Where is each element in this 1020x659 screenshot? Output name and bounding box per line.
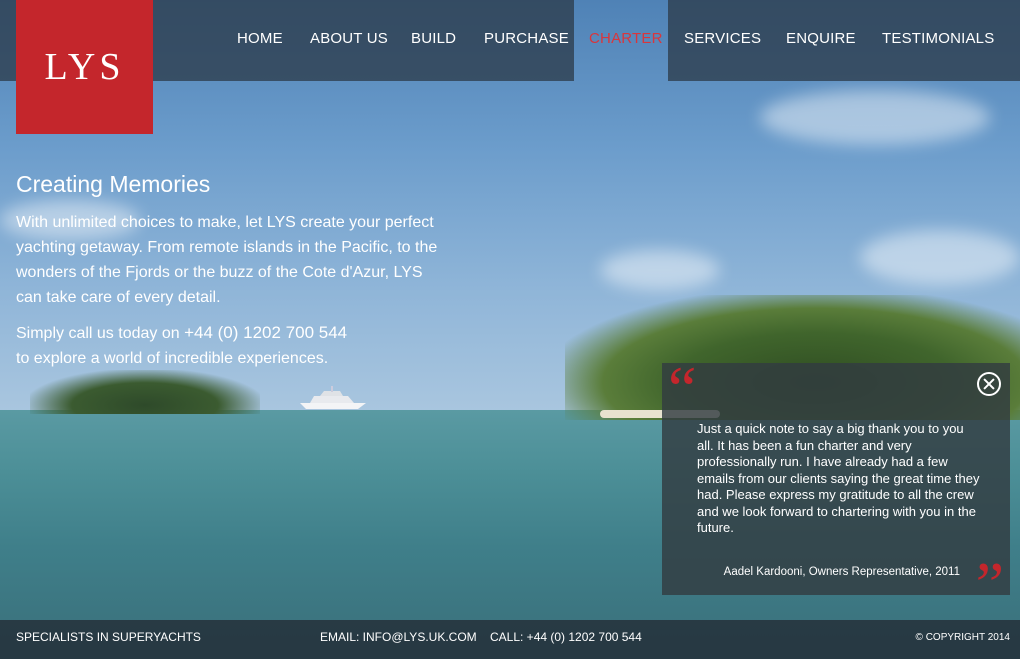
cloud xyxy=(600,250,720,290)
intro-paragraph: With unlimited choices to make, let LYS … xyxy=(16,214,438,306)
footer-email[interactable]: EMAIL: INFO@LYS.UK.COM xyxy=(320,630,477,644)
nav-about-us[interactable]: ABOUT US xyxy=(310,30,388,47)
close-quote-icon: ” xyxy=(975,549,1004,620)
yacht-image xyxy=(300,386,366,409)
nav-services[interactable]: SERVICES xyxy=(684,30,761,47)
call-suffix: to explore a world of incredible experie… xyxy=(16,350,329,367)
call-to-action: Simply call us today on +44 (0) 1202 700… xyxy=(16,320,446,371)
call-prefix: Simply call us today on xyxy=(16,325,185,342)
cloud xyxy=(760,90,990,145)
page-title: Creating Memories xyxy=(16,171,211,197)
logo[interactable]: LYS xyxy=(16,0,153,134)
nav-testimonials[interactable]: TESTIMONIALS xyxy=(882,30,994,47)
footer-phone[interactable]: CALL: +44 (0) 1202 700 544 xyxy=(490,630,642,644)
testimonial-text: Just a quick note to say a big thank you… xyxy=(697,421,980,535)
nav-charter[interactable]: CHARTER xyxy=(589,30,663,47)
footer-copyright: © COPYRIGHT 2014 xyxy=(915,632,1010,643)
logo-text: LYS xyxy=(44,46,125,88)
footer-tagline: SPECIALISTS IN SUPERYACHTS xyxy=(16,630,201,644)
open-quote-icon: “ xyxy=(668,353,697,424)
footer-contact: EMAIL: INFO@LYS.UK.COM CALL: +44 (0) 120… xyxy=(320,630,652,644)
footer: SPECIALISTS IN SUPERYACHTS EMAIL: INFO@L… xyxy=(0,620,1020,659)
nav-home[interactable]: HOME xyxy=(237,30,283,47)
cloud xyxy=(860,230,1020,285)
intro-section: Creating Memories With unlimited choices… xyxy=(16,170,446,381)
testimonial-author: Aadel Kardooni, Owners Representative, 2… xyxy=(723,566,960,578)
phone-number[interactable]: +44 (0) 1202 700 544 xyxy=(184,323,347,342)
close-icon[interactable] xyxy=(977,372,1001,396)
nav-build[interactable]: BUILD xyxy=(411,30,456,47)
nav-purchase[interactable]: PURCHASE xyxy=(484,30,569,47)
testimonial-panel: “ Just a quick note to say a big thank y… xyxy=(662,357,1010,617)
nav-enquire[interactable]: ENQUIRE xyxy=(786,30,856,47)
